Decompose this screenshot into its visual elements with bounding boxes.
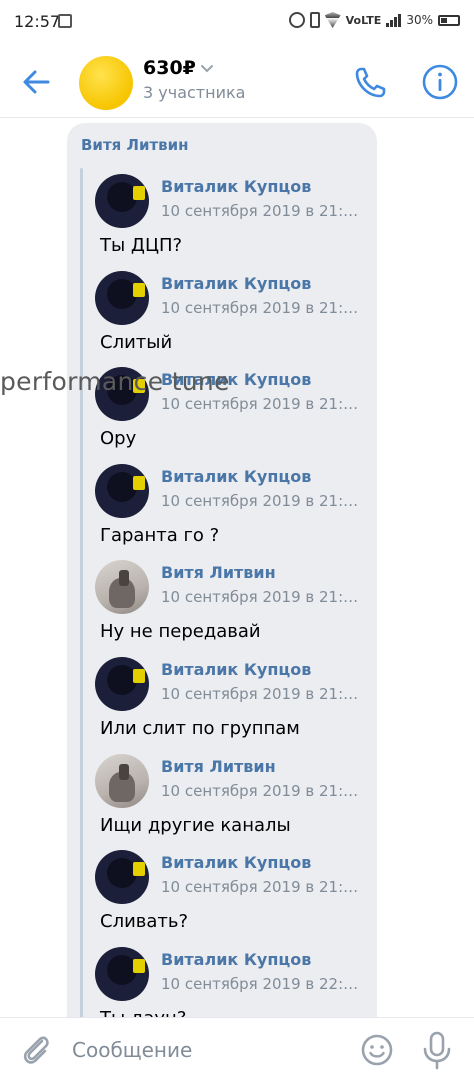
forwarded-text: Ору <box>100 428 137 450</box>
forwarded-text: Ты ДЦП? <box>100 235 183 256</box>
forwarded-message[interactable]: Виталик Купцов 10 сентября 2019 в 21:… И… <box>95 654 375 751</box>
forwarded-text: Ты даун? <box>100 1008 186 1017</box>
forwarded-date: 10 сентября 2019 в 21:… <box>161 588 359 607</box>
forwarded-text: Ищи другие каналы <box>100 814 291 836</box>
alarm-icon <box>288 12 305 28</box>
battery-percent: 30% <box>406 13 433 27</box>
phone-icon[interactable] <box>352 63 390 101</box>
avatar[interactable] <box>95 174 149 228</box>
info-icon[interactable] <box>420 62 460 102</box>
message-author[interactable]: Витя Литвин <box>81 136 189 154</box>
forwarded-message[interactable]: Виталик Купцов 10 сентября 2019 в 22:… Т… <box>95 944 375 1017</box>
forward-indicator-bar <box>80 168 83 1017</box>
chat-avatar[interactable] <box>79 56 133 110</box>
forwarded-text: Гаранта го ? <box>100 524 220 546</box>
forwarded-text: Ну не передавай <box>100 621 261 643</box>
forwarded-date: 10 сентября 2019 в 21:… <box>161 491 359 510</box>
chat-members-count[interactable]: 3 участника <box>143 83 245 102</box>
status-time: 12:57 <box>14 12 61 31</box>
microphone-icon[interactable] <box>420 1030 454 1070</box>
status-icons: VoLTE 30% <box>288 12 460 28</box>
message-list[interactable]: Витя Литвин Виталик Купцов 10 сентября 2… <box>0 119 474 1017</box>
forwarded-author[interactable]: Виталик Купцов <box>161 177 311 196</box>
forwarded-message[interactable]: Витя Литвин 10 сентября 2019 в 21:… Ищи … <box>95 751 375 848</box>
avatar[interactable] <box>95 850 149 905</box>
status-bar: 12:57 VoLTE 30% <box>0 0 474 44</box>
avatar[interactable] <box>95 560 149 615</box>
chat-header: 630₽ 3 участника <box>0 44 474 118</box>
gallery-notification-icon <box>58 14 72 28</box>
chevron-down-icon[interactable] <box>200 62 214 76</box>
forwarded-message[interactable]: Виталик Купцов 10 сентября 2019 в 21:… С… <box>95 847 375 944</box>
battery-icon <box>438 14 460 26</box>
avatar[interactable] <box>95 656 149 711</box>
forwarded-author[interactable]: Виталик Купцов <box>161 853 311 872</box>
forwarded-date: 10 сентября 2019 в 21:… <box>161 684 359 703</box>
signal-icon <box>386 13 402 27</box>
network-label: VoLTE <box>345 13 382 27</box>
forwarded-text: Или слит по группам <box>100 717 300 739</box>
message-composer <box>0 1017 474 1080</box>
message-bubble[interactable]: Витя Литвин Виталик Купцов 10 сентября 2… <box>67 123 377 1017</box>
forwarded-author[interactable]: Витя Литвин <box>161 563 276 582</box>
forwarded-author[interactable]: Виталик Купцов <box>161 274 311 293</box>
forwarded-author[interactable]: Виталик Купцов <box>161 660 311 679</box>
vibrate-icon <box>309 12 320 28</box>
forwarded-date: 10 сентября 2019 в 21:… <box>161 298 359 317</box>
back-arrow-icon[interactable] <box>14 62 58 102</box>
wifi-icon <box>324 12 341 28</box>
forwarded-message[interactable]: Витя Литвин 10 сентября 2019 в 21:… Ну н… <box>95 557 375 654</box>
forwarded-date: 10 сентября 2019 в 21:… <box>161 395 359 414</box>
chat-title[interactable]: 630₽ <box>143 57 196 79</box>
avatar[interactable] <box>95 753 149 808</box>
message-input[interactable] <box>72 1030 342 1070</box>
forwarded-author[interactable]: Виталик Купцов <box>161 950 311 969</box>
forwarded-message[interactable]: Виталик Купцов 10 сентября 2019 в 21:… Т… <box>95 171 375 268</box>
forwarded-message[interactable]: Виталик Купцов 10 сентября 2019 в 21:… С… <box>95 268 375 365</box>
avatar[interactable] <box>95 270 149 325</box>
forwarded-text: Слитый <box>100 331 173 353</box>
avatar[interactable] <box>95 946 149 1001</box>
forwarded-date: 10 сентября 2019 в 21:… <box>161 878 359 897</box>
forwarded-author[interactable]: Витя Литвин <box>161 757 276 776</box>
paperclip-icon[interactable] <box>18 1031 54 1069</box>
forwarded-date: 10 сентября 2019 в 21:… <box>161 781 359 800</box>
forwarded-message[interactable]: Виталик Купцов 10 сентября 2019 в 21:… Г… <box>95 461 375 558</box>
forwarded-date: 10 сентября 2019 в 22:… <box>161 974 359 993</box>
forwarded-author[interactable]: Виталик Купцов <box>161 467 311 486</box>
forwarded-messages: Виталик Купцов 10 сентября 2019 в 21:… Т… <box>95 171 375 1017</box>
forwarded-text: Сливать? <box>100 911 189 933</box>
emoji-icon[interactable] <box>360 1033 394 1067</box>
forwarded-date: 10 сентября 2019 в 21:… <box>161 202 359 220</box>
watermark-text: performance tune <box>0 367 230 396</box>
avatar[interactable] <box>95 463 149 518</box>
